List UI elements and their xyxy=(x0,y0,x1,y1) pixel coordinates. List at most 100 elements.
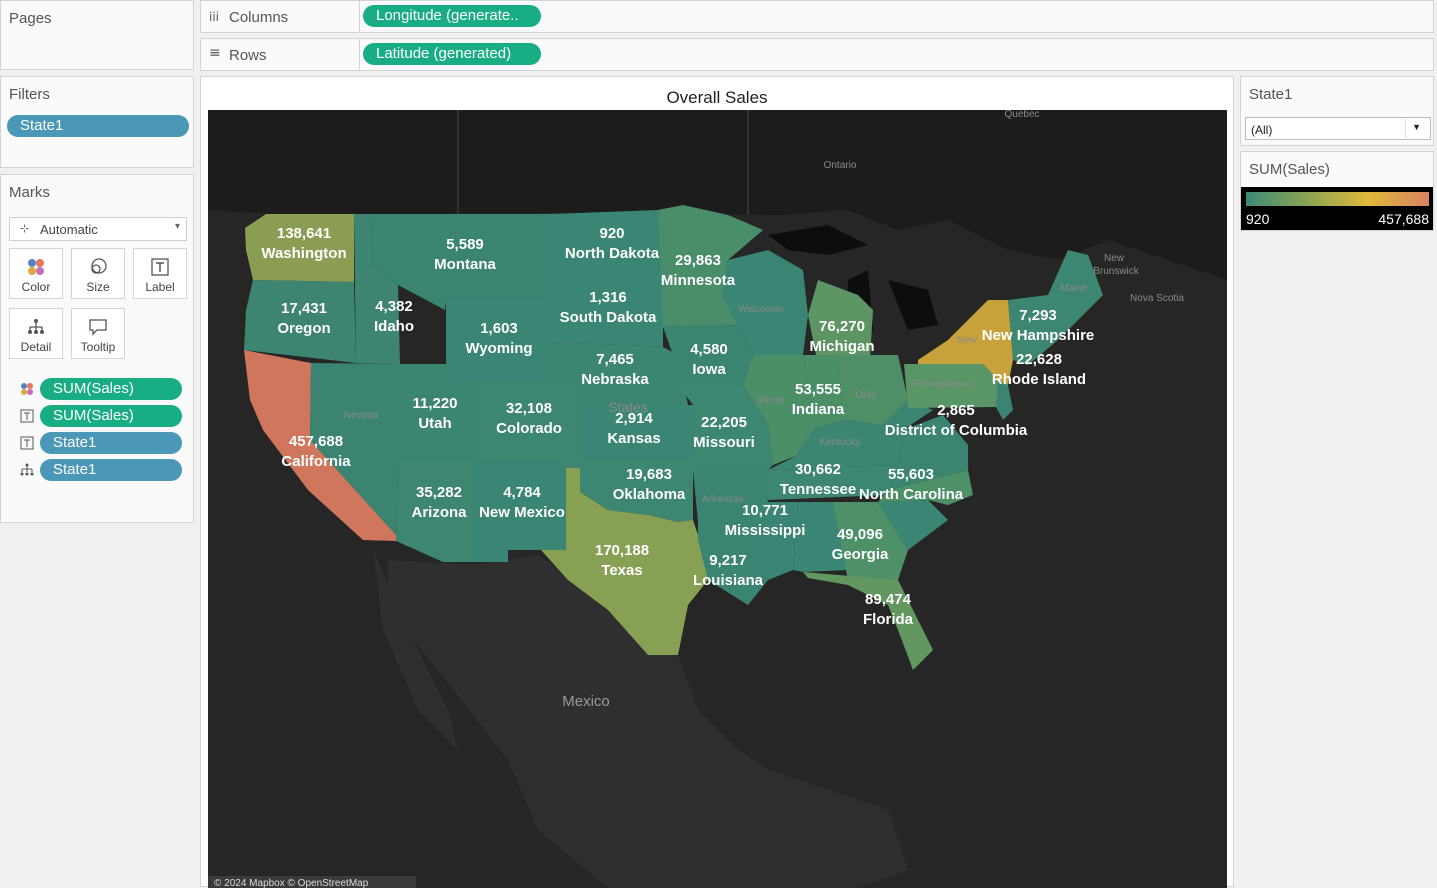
state-value-wyoming: 1,603 xyxy=(480,320,518,337)
state-name-wyoming: Wyoming xyxy=(465,340,532,357)
columns-label: Columns xyxy=(229,9,289,26)
view-panel: Overall Sales Quebec Ontario New Brunswi… xyxy=(200,76,1234,888)
columns-icon: iii xyxy=(209,10,220,24)
marks-pill-color-sum-sales[interactable]: SUM(Sales) xyxy=(40,378,182,400)
state-value-louisiana: 9,217 xyxy=(709,552,747,569)
state-filter-dropdown[interactable]: (All) ▼ xyxy=(1245,117,1431,140)
state-filter-title: State1 xyxy=(1249,86,1293,103)
state-name-rhode-island: Rhode Island xyxy=(992,371,1086,388)
view-title: Overall Sales xyxy=(666,88,768,107)
legend-min: 920 xyxy=(1246,211,1270,227)
state-value-north-carolina: 55,603 xyxy=(888,466,934,483)
state-value-mississippi: 10,771 xyxy=(742,502,788,519)
geo-label-pennsylvania: Pennsylvania xyxy=(912,379,972,390)
geo-label-brunswick: Brunswick xyxy=(1093,266,1140,277)
geo-label-maine: Maine xyxy=(1060,283,1088,294)
mark-type-value: Automatic xyxy=(40,222,98,237)
legend-gradient xyxy=(1246,192,1429,206)
size-icon xyxy=(91,258,107,274)
marks-pill-label-sum-sales[interactable]: SUM(Sales) xyxy=(40,405,182,427)
state-name-new-hampshire: New Hampshire xyxy=(982,327,1095,344)
state-filter-value: (All) xyxy=(1251,123,1273,137)
rows-pill-latitude[interactable]: Latitude (generated) xyxy=(363,43,541,65)
state-name-arizona: Arizona xyxy=(411,504,467,521)
chevron-down-icon: ▼ xyxy=(1412,122,1421,132)
detail-icon xyxy=(28,319,44,334)
state-value-idaho: 4,382 xyxy=(375,298,413,315)
marks-pill-label-state1[interactable]: State1 xyxy=(40,432,182,454)
state-value-iowa: 4,580 xyxy=(690,341,728,358)
state-name-south-dakota: South Dakota xyxy=(560,309,657,326)
state-value-washington: 138,641 xyxy=(277,225,331,242)
filter-pill-state1[interactable]: State1 xyxy=(7,115,189,137)
legend-max: 457,688 xyxy=(1378,211,1429,227)
state-value-texas: 170,188 xyxy=(595,542,649,559)
label-button[interactable]: Label xyxy=(133,248,187,299)
marks-title: Marks xyxy=(9,184,50,201)
tooltip-button[interactable]: Tooltip xyxy=(71,308,125,359)
color-button-label: Color xyxy=(21,280,51,294)
state-name-oregon: Oregon xyxy=(277,320,330,337)
geo-label-new: New xyxy=(1104,253,1125,264)
label-button-label: Label xyxy=(145,280,175,294)
pages-shelf[interactable]: Pages xyxy=(0,0,194,70)
state-name-north-carolina: North Carolina xyxy=(859,486,964,503)
detail-button[interactable]: Detail xyxy=(9,308,63,359)
state-value-north-dakota: 920 xyxy=(599,225,624,242)
state-name-kansas: Kansas xyxy=(607,430,660,447)
state-value-tennessee: 30,662 xyxy=(795,461,841,478)
filters-title: Filters xyxy=(9,86,50,103)
geo-label-wisconsin: Wisconsin xyxy=(738,304,784,315)
state-name-washington: Washington xyxy=(261,245,346,262)
state-value-missouri: 22,205 xyxy=(701,414,747,431)
state-value-new-hampshire: 7,293 xyxy=(1019,307,1057,324)
state-name-north-dakota: North Dakota xyxy=(565,245,660,262)
state-value-minnesota: 29,863 xyxy=(675,252,721,269)
geo-label-kentucky: Kentucky xyxy=(819,437,860,448)
state-name-florida: Florida xyxy=(863,611,914,628)
label-icon xyxy=(20,436,34,450)
geo-label-illinois: Illinois xyxy=(757,395,785,406)
geo-label-quebec: Quebec xyxy=(1004,110,1039,120)
state-value-district-of-columbia: 2,865 xyxy=(937,402,975,419)
state-name-tennessee: Tennessee xyxy=(780,481,856,498)
state-value-georgia: 49,096 xyxy=(837,526,883,543)
map[interactable]: Quebec Ontario New Brunswick Nova Scotia… xyxy=(208,110,1227,888)
state-value-rhode-island: 22,628 xyxy=(1016,351,1062,368)
columns-pill-longitude[interactable]: Longitude (generate.. xyxy=(363,5,541,27)
state-value-kansas: 2,914 xyxy=(615,410,653,427)
color-legend-ramp[interactable]: 920 457,688 xyxy=(1241,187,1433,230)
state-value-oklahoma: 19,683 xyxy=(626,466,672,483)
label-icon xyxy=(20,409,34,423)
dropdown-divider xyxy=(1405,119,1406,138)
geo-label-ohio: Ohio xyxy=(855,390,877,401)
state-value-montana: 5,589 xyxy=(446,236,484,253)
state-value-colorado: 32,108 xyxy=(506,400,552,417)
marks-pill-detail-state1[interactable]: State1 xyxy=(40,459,182,481)
state-name-california: California xyxy=(281,453,351,470)
state-name-georgia: Georgia xyxy=(832,546,889,563)
color-icon xyxy=(21,383,33,395)
pages-title: Pages xyxy=(9,10,52,27)
color-legend-title: SUM(Sales) xyxy=(1249,161,1330,178)
columns-shelf[interactable]: iii Columns Longitude (generate.. xyxy=(200,0,1434,33)
rows-shelf[interactable]: ≡ Rows Latitude (generated) xyxy=(200,38,1434,71)
size-button[interactable]: Size xyxy=(71,248,125,299)
state-name-utah: Utah xyxy=(418,415,451,432)
geo-label-arkansas: Arkansas xyxy=(702,494,744,505)
color-button[interactable]: Color xyxy=(9,248,63,299)
geo-label-nova-scotia: Nova Scotia xyxy=(1130,293,1184,304)
geo-label-new-york: New xyxy=(957,335,978,346)
label-icon xyxy=(151,258,169,276)
state-value-nebraska: 7,465 xyxy=(596,351,634,368)
state-value-utah: 11,220 xyxy=(412,395,457,412)
mark-type-dropdown[interactable]: ⊹ Automatic ▾ xyxy=(9,217,187,241)
state-filter-card: State1 (All) ▼ xyxy=(1240,76,1434,146)
filters-shelf[interactable]: Filters State1 xyxy=(0,76,194,168)
color-legend-card: SUM(Sales) 920 457,688 xyxy=(1240,151,1434,231)
detail-button-label: Detail xyxy=(20,340,52,354)
geo-label-nevada: Nevada xyxy=(344,410,379,421)
state-value-new-mexico: 4,784 xyxy=(503,484,541,501)
state-name-montana: Montana xyxy=(434,256,496,273)
state-name-missouri: Missouri xyxy=(693,434,755,451)
